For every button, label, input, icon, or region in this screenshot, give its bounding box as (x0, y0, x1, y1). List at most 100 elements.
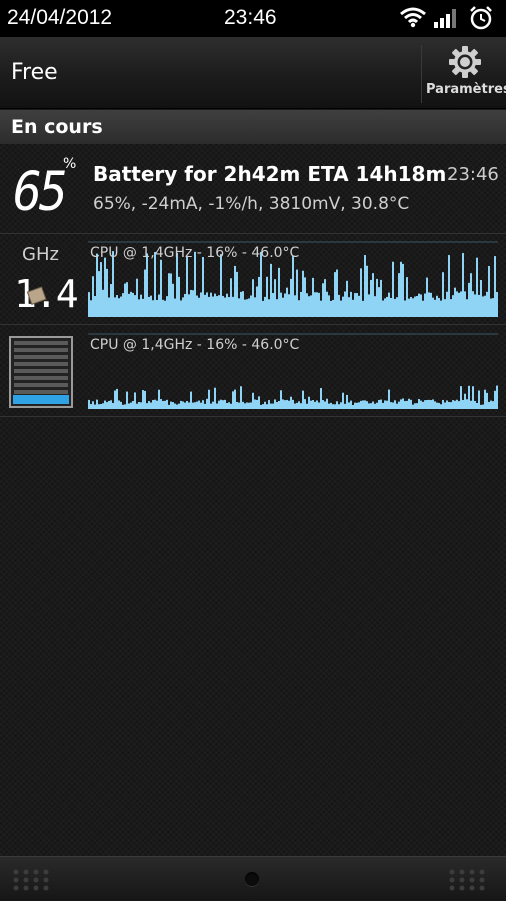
graph-bar (238, 402, 240, 409)
graph-bar (480, 279, 482, 317)
graph-bar (316, 292, 318, 317)
graph-bar (88, 399, 90, 409)
graph-bar (370, 279, 372, 317)
graph-bar (94, 404, 96, 409)
graph-bar (224, 399, 226, 409)
graph-bar (296, 402, 298, 409)
battery-notification[interactable]: 65 % Battery for 2h42m ETA 14h18m 23:46 … (0, 144, 506, 234)
graph-bar (124, 283, 126, 317)
graph-bar (160, 399, 162, 409)
chip-icon (26, 286, 47, 305)
graph-bar (214, 293, 216, 317)
graph-bar (364, 255, 366, 317)
graph-bar (116, 295, 118, 317)
graph-bar (156, 400, 158, 409)
graph-bar (446, 291, 448, 317)
graph-bar (156, 299, 158, 317)
graph-bar (174, 298, 176, 317)
graph-bar (290, 278, 292, 317)
graph-bar (410, 399, 412, 409)
graph-bar (96, 253, 98, 317)
graph-bar (262, 300, 264, 317)
home-button[interactable] (245, 872, 259, 886)
graph-bar (494, 256, 496, 317)
graph-bar (466, 299, 468, 317)
graph-bar (340, 402, 342, 409)
graph-bar (236, 401, 238, 409)
graph-bar (422, 401, 424, 409)
graph-bar (208, 389, 210, 409)
graph-bar (304, 399, 306, 409)
graph-bar (206, 292, 208, 317)
graph-bar (378, 287, 380, 317)
graph-bar (444, 299, 446, 317)
graph-bar (466, 399, 468, 409)
graph-bar (440, 404, 442, 409)
graph-bar (190, 289, 192, 317)
graph-bar (136, 403, 138, 409)
graph-bar (166, 399, 168, 409)
graph-bar (178, 403, 180, 409)
graph-bar (362, 400, 364, 409)
graph-bar (102, 289, 104, 317)
graph-bar (384, 400, 386, 409)
graph-bar (260, 251, 262, 317)
graph-bar (130, 291, 132, 317)
graph-bar (102, 403, 104, 409)
graph-bar (434, 401, 436, 409)
graph-bar (432, 399, 434, 409)
graph-bar (346, 280, 348, 317)
graph-bar (256, 399, 258, 409)
graph-bar (486, 392, 488, 409)
graph-bar (330, 300, 332, 317)
graph-bar (218, 295, 220, 317)
graph-bar (370, 403, 372, 409)
graph-bar (192, 402, 194, 409)
graph-bar (142, 298, 144, 317)
graph-bar (310, 295, 312, 317)
graph-bar (306, 293, 308, 317)
graph-bar (422, 300, 424, 317)
graph-bar (194, 251, 196, 317)
graph-bar (336, 269, 338, 317)
graph-bar (326, 291, 328, 317)
graph-bar (122, 293, 124, 317)
graph-bar (104, 400, 106, 409)
graph-bar (272, 403, 274, 409)
graph-bar (408, 398, 410, 409)
graph-bar (100, 403, 102, 409)
graph-bar (344, 403, 346, 409)
graph-bar (314, 401, 316, 409)
graph-bar (202, 400, 204, 409)
graph-bar (274, 399, 276, 409)
graph-bar (222, 295, 224, 317)
graph-bar (380, 279, 382, 317)
graph-bar (274, 279, 276, 317)
graph-bar (258, 276, 260, 317)
graph-bar (118, 298, 120, 317)
graph-bar (440, 300, 442, 317)
graph-bar (456, 399, 458, 409)
graph-bar (114, 390, 116, 409)
graph-bar (252, 392, 254, 409)
graph-bar (474, 294, 476, 317)
graph-bar (136, 278, 138, 317)
graph-bar (354, 402, 356, 409)
graph-bar (416, 403, 418, 409)
graph-bar (234, 389, 236, 409)
graph-bar (190, 391, 192, 409)
graph-bar (444, 402, 446, 409)
graph-bar (478, 390, 480, 409)
graph-bar (392, 402, 394, 409)
graph-bar (148, 296, 150, 317)
graph-bar (130, 402, 132, 409)
graph-bar (322, 283, 324, 317)
graph-bar (182, 401, 184, 409)
graph-bar (342, 296, 344, 317)
graph-bar (320, 388, 322, 409)
settings-button[interactable]: Paramètres (421, 45, 506, 103)
graph-bar (460, 386, 462, 409)
graph-bar (424, 293, 426, 317)
graph-bar (278, 400, 280, 409)
graph-bar (280, 292, 282, 317)
